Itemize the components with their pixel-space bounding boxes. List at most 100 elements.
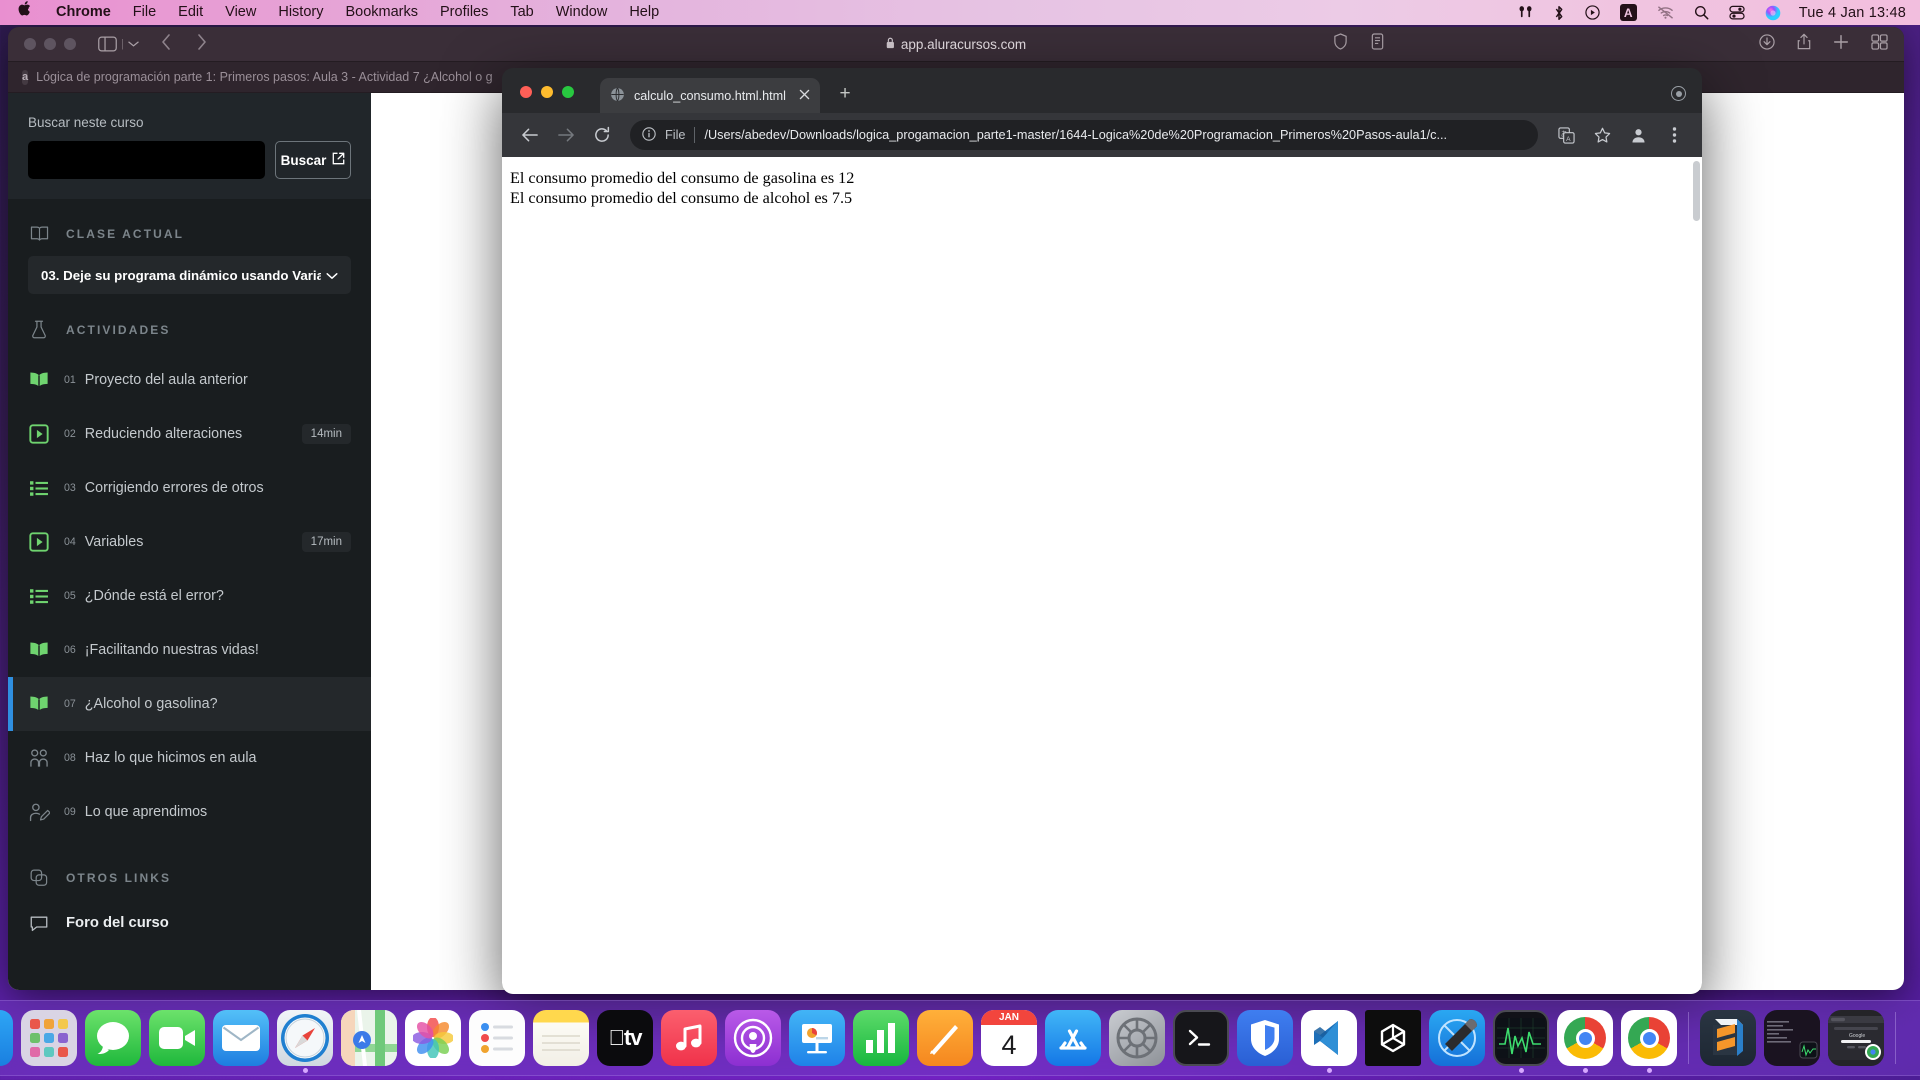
search-submit-button[interactable]: Buscar xyxy=(275,141,351,179)
dock-item-settings[interactable] xyxy=(1105,1000,1169,1076)
keyboard-input-icon[interactable]: A xyxy=(1610,0,1647,25)
actividad-item-06[interactable]: 06 ¡Facilitando nuestras vidas! xyxy=(8,623,371,677)
profile-avatar-icon[interactable] xyxy=(1622,119,1654,151)
chrome-maximize-button[interactable] xyxy=(562,86,574,98)
chrome-minimize-button[interactable] xyxy=(541,86,553,98)
apple-menu-icon[interactable] xyxy=(14,0,45,24)
menu-item-profiles[interactable]: Profiles xyxy=(429,0,499,25)
spotlight-search-icon[interactable] xyxy=(1684,0,1719,25)
dock-item-window-min-1[interactable] xyxy=(1760,1000,1824,1076)
close-icon[interactable] xyxy=(799,89,810,103)
dock-item-vscode[interactable] xyxy=(1297,1000,1361,1076)
star-icon[interactable] xyxy=(1586,119,1618,151)
three-dot-menu-icon[interactable] xyxy=(1658,119,1690,151)
dock-item-mail[interactable] xyxy=(209,1000,273,1076)
safari-navigation[interactable] xyxy=(161,33,207,55)
now-playing-icon[interactable] xyxy=(1575,0,1610,25)
downloads-icon[interactable] xyxy=(1759,33,1775,55)
safari-toolbar: | app.aluracursos.com xyxy=(8,27,1904,62)
chrome-tab-search-icon[interactable] xyxy=(1671,86,1686,101)
dock-item-bitwarden[interactable] xyxy=(1233,1000,1297,1076)
safari-forward-button[interactable] xyxy=(197,33,207,55)
safari-back-button[interactable] xyxy=(161,33,171,55)
safari-window-controls[interactable] xyxy=(24,38,76,50)
dock-item-unity[interactable] xyxy=(1361,1000,1425,1076)
safari-sidebar-toggle[interactable]: | xyxy=(98,36,139,52)
menu-item-file[interactable]: File xyxy=(122,0,167,25)
dock-item-activity-monitor[interactable] xyxy=(1489,1000,1553,1076)
control-center-icon[interactable] xyxy=(1719,0,1755,25)
translate-icon[interactable]: あA xyxy=(1550,119,1582,151)
new-tab-icon[interactable] xyxy=(1833,34,1849,55)
dock-item-trash[interactable] xyxy=(1903,1000,1920,1076)
dock-item-window-min-2[interactable]: Google xyxy=(1824,1000,1888,1076)
actividad-item-02[interactable]: 02 Reduciendo alteraciones 14min xyxy=(8,407,371,461)
chrome-close-button[interactable] xyxy=(520,86,532,98)
dock-item-launchpad[interactable] xyxy=(17,1000,81,1076)
actividad-item-03[interactable]: 03 Corrigiendo errores de otros xyxy=(8,461,371,515)
menu-item-edit[interactable]: Edit xyxy=(167,0,214,25)
dock-item-chrome[interactable] xyxy=(1553,1000,1617,1076)
safari-minimize-button[interactable] xyxy=(44,38,56,50)
dock-item-safari[interactable] xyxy=(273,1000,337,1076)
actividad-item-04[interactable]: 04 Variables 17min xyxy=(8,515,371,569)
new-tab-button[interactable]: + xyxy=(832,83,858,105)
reload-icon[interactable] xyxy=(586,119,618,151)
airpods-icon[interactable] xyxy=(1508,0,1543,25)
actividad-item-08[interactable]: 08 Haz lo que hicimos en aula xyxy=(8,731,371,785)
chrome-window[interactable]: calculo_consumo.html.html + File /Users/… xyxy=(502,68,1702,994)
dock-item-keynote[interactable] xyxy=(785,1000,849,1076)
chrome-tab-calculo-consumo[interactable]: calculo_consumo.html.html xyxy=(600,78,820,113)
tab-overview-icon[interactable] xyxy=(1871,33,1888,55)
dock-item-photos[interactable] xyxy=(401,1000,465,1076)
bluetooth-icon[interactable] xyxy=(1543,0,1575,25)
dock-item-calendar[interactable]: JAN 4 xyxy=(977,1000,1041,1076)
dock-item-notes[interactable] xyxy=(529,1000,593,1076)
share-icon[interactable] xyxy=(1797,33,1811,55)
dock-item-music[interactable] xyxy=(657,1000,721,1076)
dock-item-maps[interactable] xyxy=(337,1000,401,1076)
chrome-omnibox[interactable]: File /Users/abedev/Downloads/logica_prog… xyxy=(630,120,1538,150)
dock-item-finder[interactable] xyxy=(0,1000,17,1076)
safari-address-bar[interactable]: app.aluracursos.com xyxy=(886,37,1026,52)
dock-item-xcode[interactable] xyxy=(1425,1000,1489,1076)
actividad-item-09[interactable]: 09 Lo que aprendimos xyxy=(8,785,371,839)
siri-icon[interactable] xyxy=(1755,0,1791,25)
menu-item-bookmarks[interactable]: Bookmarks xyxy=(334,0,429,25)
wifi-off-icon[interactable] xyxy=(1647,0,1684,25)
page-scrollbar[interactable] xyxy=(1693,161,1700,221)
dock-item-podcasts[interactable] xyxy=(721,1000,785,1076)
safari-tab[interactable]: a Lógica de programación parte 1: Primer… xyxy=(22,69,492,85)
sidebar-item-foro-del-curso[interactable]: Foro del curso xyxy=(8,901,371,945)
safari-close-button[interactable] xyxy=(24,38,36,50)
shield-icon[interactable] xyxy=(1333,33,1348,55)
info-circle-icon[interactable] xyxy=(642,126,656,144)
dock-item-numbers[interactable] xyxy=(849,1000,913,1076)
search-input[interactable] xyxy=(28,141,265,179)
dock-item-reminders[interactable] xyxy=(465,1000,529,1076)
dock-item-terminal[interactable] xyxy=(1169,1000,1233,1076)
menu-item-history[interactable]: History xyxy=(267,0,334,25)
menu-item-view[interactable]: View xyxy=(214,0,267,25)
safari-maximize-button[interactable] xyxy=(64,38,76,50)
chrome-window-controls[interactable] xyxy=(520,86,574,98)
menu-item-help[interactable]: Help xyxy=(618,0,670,25)
dock-item-facetime[interactable] xyxy=(145,1000,209,1076)
menu-item-chrome[interactable]: Chrome xyxy=(45,0,122,25)
actividad-item-01[interactable]: 01 Proyecto del aula anterior xyxy=(8,353,371,407)
dock-item-appletv[interactable]: tv xyxy=(593,1000,657,1076)
dock-item-sublime-text[interactable] xyxy=(1696,1000,1760,1076)
dock-item-chrome-2[interactable] xyxy=(1617,1000,1681,1076)
dock-item-appstore[interactable] xyxy=(1041,1000,1105,1076)
dock-item-pages[interactable] xyxy=(913,1000,977,1076)
clase-actual-dropdown[interactable]: 03. Deje su programa dinámico usando Var… xyxy=(28,256,351,294)
dock-item-messages[interactable] xyxy=(81,1000,145,1076)
reader-view-icon[interactable] xyxy=(1370,33,1385,55)
actividad-item-07[interactable]: 07 ¿Alcohol o gasolina? xyxy=(8,677,371,731)
forward-arrow-icon[interactable] xyxy=(550,119,582,151)
back-arrow-icon[interactable] xyxy=(514,119,546,151)
menu-bar-clock[interactable]: Tue 4 Jan 13:48 xyxy=(1791,5,1906,21)
actividad-item-05[interactable]: 05 ¿Dónde está el error? xyxy=(8,569,371,623)
menu-item-tab[interactable]: Tab xyxy=(499,0,544,25)
menu-item-window[interactable]: Window xyxy=(545,0,619,25)
